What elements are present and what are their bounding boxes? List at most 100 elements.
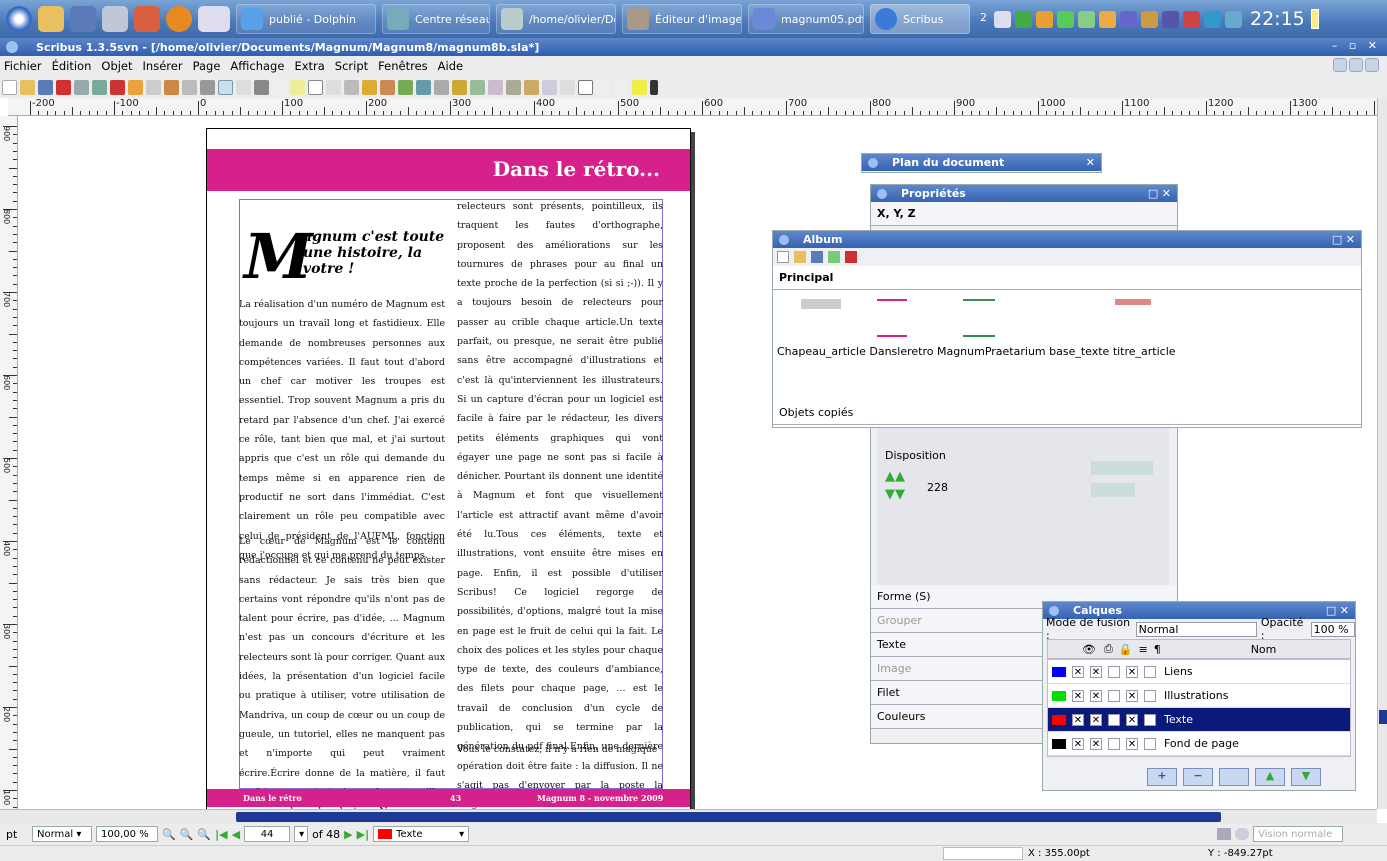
menu-script[interactable]: Script bbox=[335, 59, 368, 73]
menu-extra[interactable]: Extra bbox=[294, 59, 324, 73]
scrapbook-section-copied[interactable]: Objets copiés bbox=[773, 401, 1361, 425]
vertical-scrollbar[interactable] bbox=[1377, 98, 1387, 809]
paste-icon[interactable] bbox=[200, 79, 215, 95]
monitor-icon[interactable] bbox=[70, 6, 96, 32]
remove-layer-button[interactable]: − bbox=[1183, 768, 1213, 786]
zoom-in-icon[interactable]: 🔍 bbox=[197, 828, 211, 841]
app-icon[interactable] bbox=[6, 41, 18, 53]
lock-icon[interactable] bbox=[1091, 461, 1153, 475]
lower-icon[interactable]: ▼▼ bbox=[885, 487, 905, 502]
task-dolphin[interactable]: publié - Dolphin bbox=[236, 4, 376, 34]
page-number-input[interactable]: 44 bbox=[244, 826, 291, 842]
layer-checkbox[interactable]: ✕ bbox=[1090, 737, 1102, 750]
bluetooth-icon[interactable] bbox=[1225, 10, 1242, 28]
thumb-titre[interactable] bbox=[1115, 299, 1151, 305]
print-toggle-icon[interactable] bbox=[1091, 483, 1135, 497]
layer-row[interactable]: ✕ ✕ ✕ Fond de page bbox=[1048, 732, 1350, 756]
layer-checkbox[interactable] bbox=[1144, 689, 1156, 702]
layer-checkbox[interactable] bbox=[1108, 737, 1120, 750]
task-image-editor[interactable]: Éditeur d'image bbox=[622, 4, 742, 34]
close-icon[interactable]: □ ✕ bbox=[1148, 187, 1171, 200]
thumb-base-texte-line2[interactable] bbox=[963, 335, 995, 337]
volume-icon[interactable] bbox=[994, 10, 1011, 28]
package-icon[interactable] bbox=[134, 6, 160, 32]
layer-checkbox[interactable] bbox=[1144, 665, 1156, 678]
menu-fichier[interactable]: Fichier bbox=[4, 59, 42, 73]
cut-icon[interactable] bbox=[164, 79, 179, 95]
menu-aide[interactable]: Aide bbox=[438, 59, 463, 73]
layer-checkbox[interactable]: ✕ bbox=[1090, 713, 1102, 726]
copy-icon[interactable] bbox=[182, 79, 197, 95]
thumb-base-texte-line1[interactable] bbox=[877, 335, 907, 337]
task-network[interactable]: Centre réseau bbox=[382, 4, 490, 34]
scrapbook-item-names[interactable]: Chapeau_article Dansleretro MagnumPraeta… bbox=[777, 345, 1176, 358]
line-icon[interactable] bbox=[344, 79, 359, 95]
layer-checkbox[interactable] bbox=[1108, 665, 1120, 678]
image-frame-icon[interactable] bbox=[254, 79, 269, 95]
view-mode-select[interactable]: Vision normale bbox=[1253, 826, 1344, 842]
page-dropdown[interactable]: ▾ bbox=[294, 826, 309, 842]
layer-checkbox[interactable]: ✕ bbox=[1126, 689, 1138, 702]
network-tray-icon[interactable] bbox=[1036, 10, 1053, 28]
horizontal-scroll-thumb[interactable] bbox=[236, 812, 1221, 822]
horizontal-scrollbar[interactable] bbox=[0, 809, 1377, 823]
redo-icon[interactable] bbox=[146, 79, 161, 95]
signal-icon[interactable] bbox=[1057, 10, 1074, 28]
article-column-1-part2[interactable]: Le cœur de Magnum est le contenu rédacti… bbox=[239, 532, 445, 809]
pdf-annotation-icon[interactable] bbox=[632, 79, 647, 95]
layer-checkbox[interactable]: ✕ bbox=[1126, 737, 1138, 750]
close-icon[interactable]: □ ✕ bbox=[1332, 233, 1355, 246]
last-page-icon[interactable]: ▶| bbox=[357, 828, 369, 841]
home-icon[interactable] bbox=[38, 6, 64, 32]
layer-color-swatch[interactable] bbox=[1052, 666, 1066, 677]
layer-checkbox[interactable]: ✕ bbox=[1072, 689, 1084, 702]
render-frame-icon[interactable] bbox=[272, 79, 287, 95]
battery-icon[interactable] bbox=[1310, 9, 1319, 29]
sync-icon[interactable] bbox=[1204, 10, 1221, 28]
chat-icon[interactable] bbox=[1120, 10, 1137, 28]
layer-checkbox[interactable] bbox=[1144, 737, 1156, 750]
pdf-link-icon[interactable] bbox=[650, 79, 658, 95]
layer-checkbox[interactable] bbox=[1108, 713, 1120, 726]
wifi-icon[interactable] bbox=[1078, 10, 1095, 28]
start-menu-icon[interactable] bbox=[6, 6, 32, 32]
thumb-magnum[interactable] bbox=[963, 299, 995, 301]
text-frame-icon[interactable] bbox=[236, 79, 251, 95]
layer-color-swatch[interactable] bbox=[1052, 714, 1066, 725]
article-column-2-part2[interactable]: Vous le constatez, il n'y a rien de magi… bbox=[457, 740, 663, 759]
load-scrapbook-icon[interactable] bbox=[794, 251, 806, 263]
layer-checkbox[interactable]: ✕ bbox=[1126, 713, 1138, 726]
menu-edition[interactable]: Édition bbox=[52, 59, 92, 73]
menu-page[interactable]: Page bbox=[193, 59, 221, 73]
desktop-number[interactable]: 2 bbox=[980, 11, 990, 28]
clipboard-icon[interactable] bbox=[1099, 10, 1116, 28]
layer-checkbox[interactable]: ✕ bbox=[1072, 665, 1084, 678]
table-icon[interactable] bbox=[290, 79, 305, 95]
layer-checkbox[interactable]: ✕ bbox=[1126, 665, 1138, 678]
mail-icon[interactable] bbox=[1141, 10, 1158, 28]
new-scrapbook-icon[interactable] bbox=[777, 251, 789, 263]
task-terminal[interactable]: /home/olivier/Do bbox=[496, 4, 616, 34]
properties-titlebar[interactable]: Propriétés □ ✕ bbox=[871, 185, 1177, 202]
import-scrapbook-icon[interactable] bbox=[828, 251, 840, 263]
measure-icon[interactable] bbox=[506, 79, 521, 95]
zoom-input[interactable]: 100,00 % bbox=[96, 826, 158, 842]
lower-layer-button[interactable]: ▼ bbox=[1291, 768, 1321, 786]
polygon-icon[interactable] bbox=[326, 79, 341, 95]
xyz-section[interactable]: X, Y, Z bbox=[871, 202, 1177, 226]
close-icon[interactable]: ✕ bbox=[1086, 156, 1095, 169]
edit-text-icon[interactable] bbox=[434, 79, 449, 95]
menu-fenetres[interactable]: Fenêtres bbox=[378, 59, 427, 73]
layer-checkbox[interactable]: ✕ bbox=[1072, 737, 1084, 750]
link-frames-icon[interactable] bbox=[470, 79, 485, 95]
export-pdf-icon[interactable] bbox=[110, 79, 125, 95]
window-controls[interactable]: – ▫ ✕ bbox=[1332, 39, 1381, 52]
blend-mode-select[interactable]: Normal bbox=[1135, 621, 1257, 637]
layer-checkbox[interactable] bbox=[1108, 689, 1120, 702]
article-column-2[interactable]: relecteurs sont présents, pointilleux, i… bbox=[457, 197, 663, 809]
thumb-dansleretro[interactable] bbox=[877, 299, 907, 301]
close-document-icon[interactable] bbox=[56, 79, 71, 95]
bezier-icon[interactable] bbox=[362, 79, 377, 95]
layer-color-swatch[interactable] bbox=[1052, 690, 1066, 701]
first-page-icon[interactable]: |◀ bbox=[215, 828, 227, 841]
